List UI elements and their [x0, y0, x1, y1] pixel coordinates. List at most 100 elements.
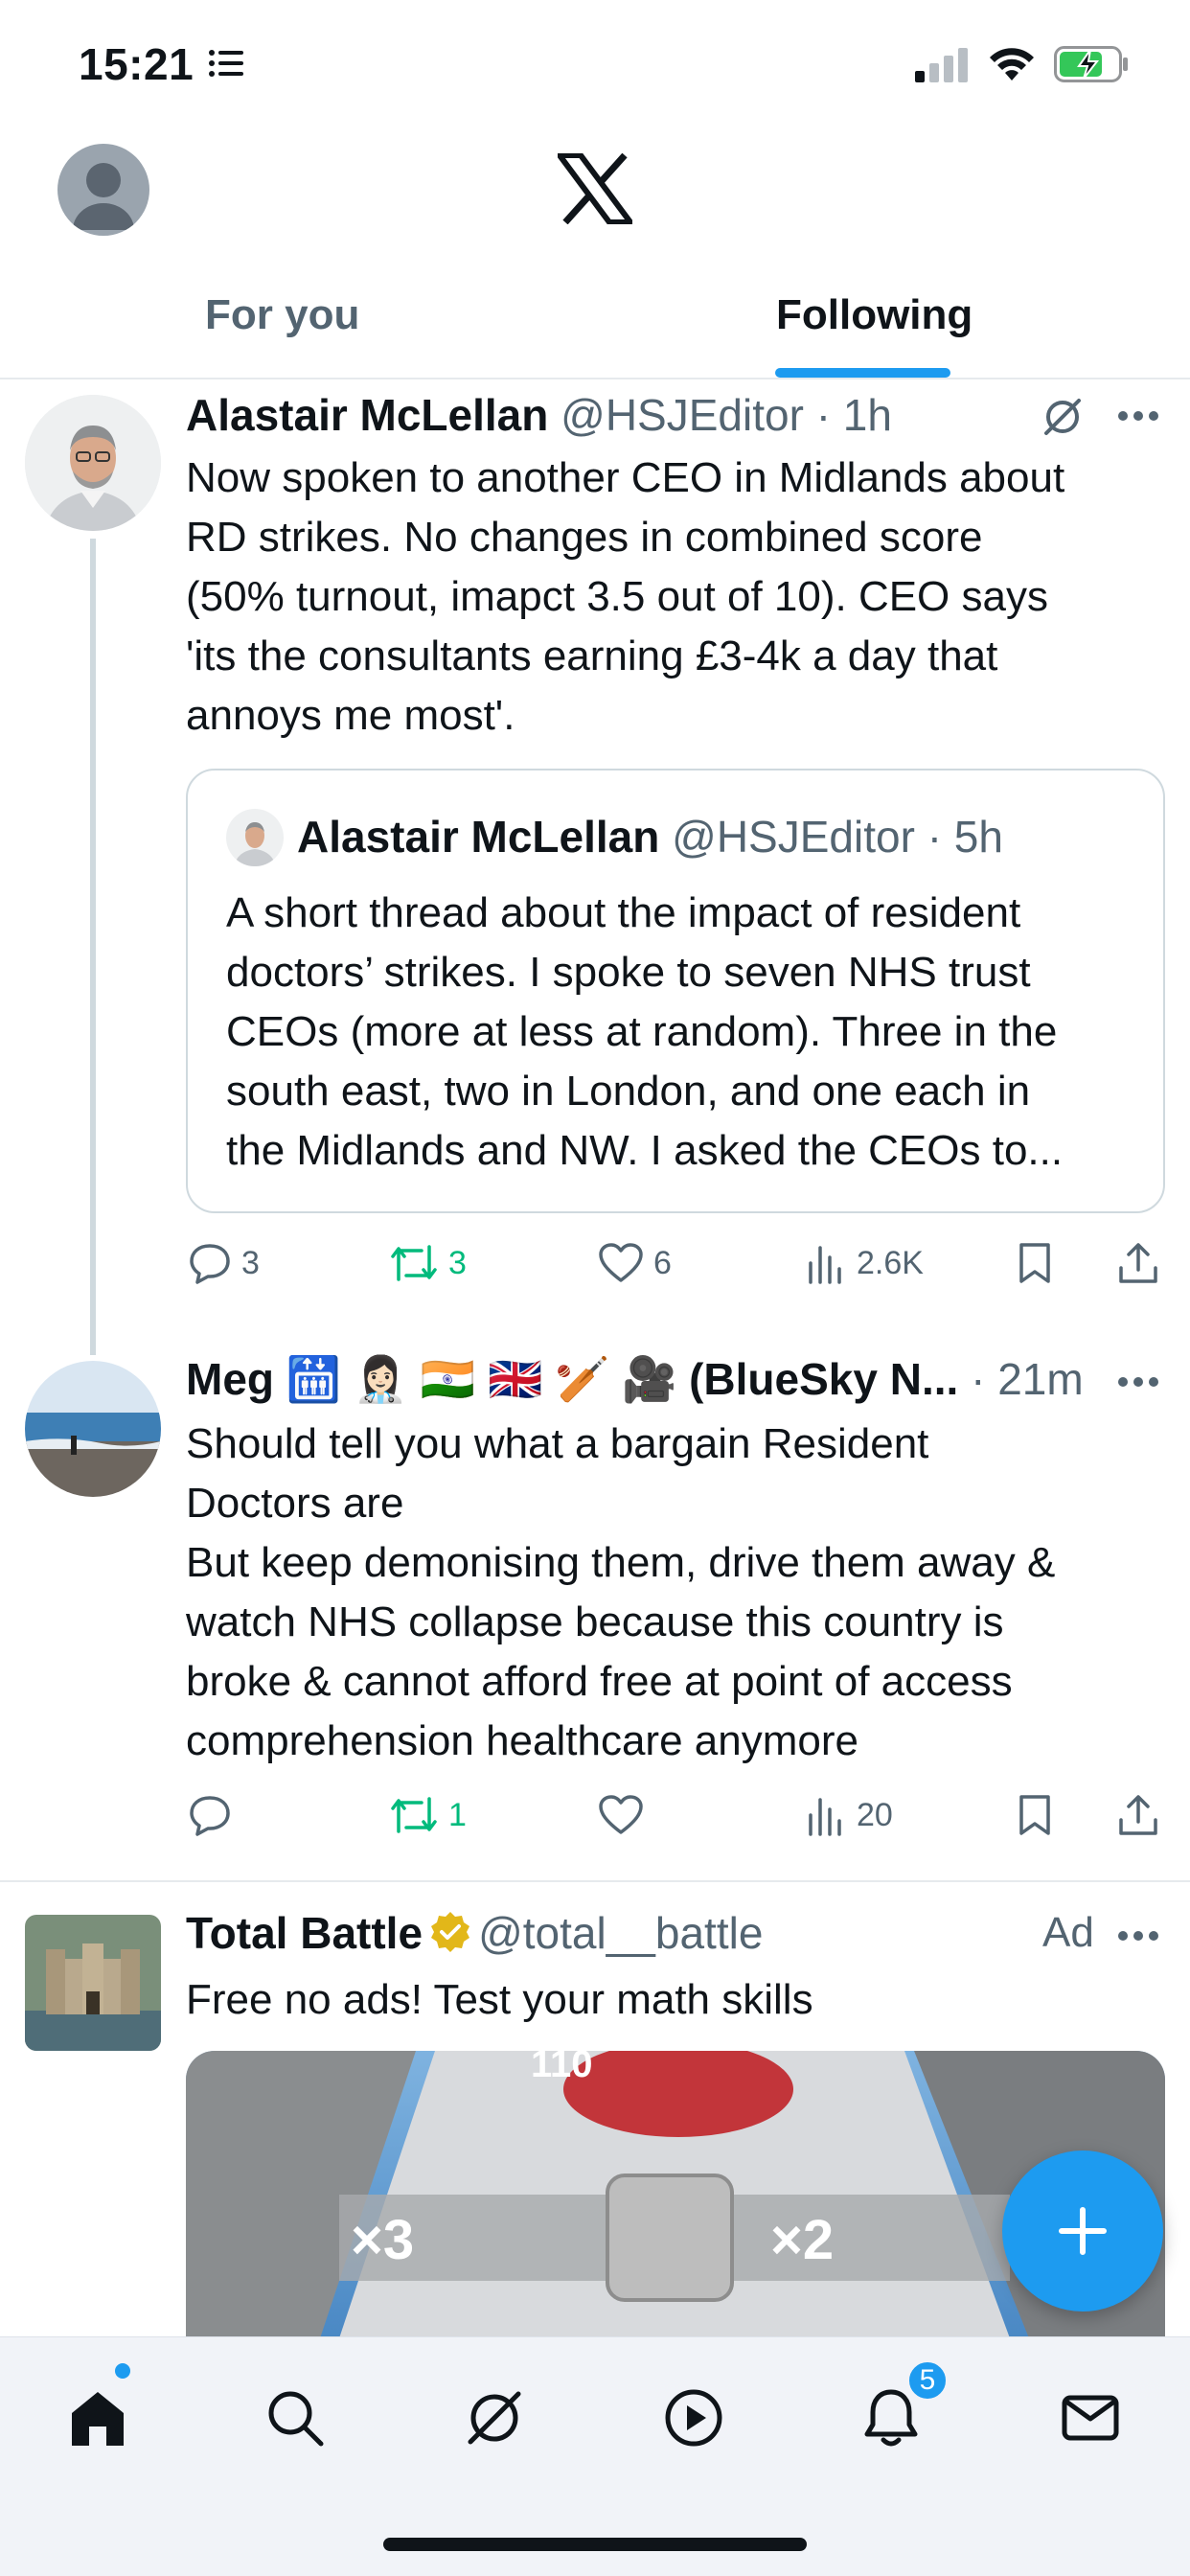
focus-list-icon: [209, 50, 243, 77]
quoted-post-text: A short thread about the impact of resid…: [226, 884, 1146, 1181]
heart-icon: [599, 1243, 643, 1282]
post-text-line: Now spoken to another CEO in Midlands ab…: [186, 454, 1065, 501]
reply-button[interactable]: 3: [188, 1234, 260, 1292]
post-author-name[interactable]: Meg 🛗 👩🏻‍⚕️ 🇮🇳 🇬🇧 🏏 🎥 (BlueSky N...: [186, 1354, 958, 1404]
post-author-handle[interactable]: @HSJEditor: [561, 390, 804, 440]
bookmark-button[interactable]: [1016, 1786, 1054, 1844]
reply-icon: [190, 1796, 230, 1836]
post-author-name[interactable]: Alastair McLellan: [186, 390, 548, 440]
reply-count: 3: [241, 1244, 260, 1281]
home-unread-dot: [115, 2363, 130, 2379]
nav-search[interactable]: [257, 2380, 333, 2456]
analytics-icon: [809, 1246, 841, 1284]
post-text-line: RD strikes. No changes in combined score: [186, 514, 983, 561]
quoted-post-card[interactable]: Alastair McLellan @HSJEditor · 5h A shor…: [186, 769, 1165, 1213]
quoted-text-line: CEOs (more at less at random). Three in …: [226, 1008, 1058, 1055]
post-time: · 21m: [971, 1354, 1084, 1404]
quoted-author-avatar: [226, 809, 284, 866]
status-time: 15:21: [79, 39, 195, 89]
quoted-author-handle: @HSJEditor: [672, 812, 915, 862]
post-header: Alastair McLellan @HSJEditor · 1h: [186, 389, 892, 441]
post-text-line: watch NHS collapse because this country …: [186, 1598, 1004, 1645]
bookmark-button[interactable]: [1016, 1234, 1054, 1292]
tab-for-you[interactable]: For you: [205, 291, 359, 339]
play-circle-icon: [665, 2389, 722, 2447]
repost-icon: [391, 1245, 437, 1281]
post-text-line: Should tell you what a bargain Resident: [186, 1420, 929, 1467]
reply-button[interactable]: [188, 1786, 241, 1844]
beach-photo-icon: [25, 1361, 161, 1497]
nav-home[interactable]: [59, 2380, 136, 2456]
view-count: 20: [857, 1796, 893, 1833]
nav-grok[interactable]: [456, 2380, 533, 2456]
post-text-line: But keep demonising them, drive them awa…: [186, 1539, 1056, 1586]
post-author-avatar[interactable]: [25, 1361, 161, 1497]
x-logo-icon: [558, 153, 632, 224]
post-author-avatar[interactable]: [25, 395, 161, 531]
post-text: Now spoken to another CEO in Midlands ab…: [186, 448, 1144, 746]
default-avatar-icon: [73, 163, 134, 230]
reply-icon: [190, 1244, 230, 1284]
ad-label: Ad: [1042, 1909, 1094, 1956]
nav-videos[interactable]: [655, 2380, 732, 2456]
post-author-handle[interactable]: @total__battle: [478, 1908, 763, 1958]
grok-icon: [468, 2391, 521, 2445]
views-button[interactable]: 20: [807, 1786, 893, 1844]
share-button[interactable]: [1117, 1786, 1159, 1844]
share-icon: [1119, 1243, 1157, 1283]
mail-icon: [1062, 2395, 1119, 2441]
post-text-line: comprehension healthcare anymore: [186, 1717, 858, 1764]
tab-following[interactable]: Following: [776, 291, 973, 339]
heart-icon: [599, 1795, 643, 1834]
share-icon: [1119, 1795, 1157, 1835]
post-text-line: Doctors are: [186, 1480, 404, 1527]
home-icon: [72, 2392, 124, 2446]
more-options-icon[interactable]: [1117, 1376, 1159, 1388]
quoted-text-line: the Midlands and NW. I asked the CEOs to…: [226, 1127, 1064, 1174]
repost-button[interactable]: 3: [389, 1234, 467, 1292]
repost-count: 3: [448, 1244, 467, 1281]
quoted-post-time: · 5h: [927, 812, 1003, 862]
ad-media-label-right: ×2: [770, 2209, 835, 2271]
more-options-icon[interactable]: [1117, 410, 1159, 422]
status-bar: 15:21: [0, 0, 1190, 129]
notifications-badge: 5: [906, 2359, 949, 2402]
more-options-icon[interactable]: [1117, 1930, 1159, 1942]
post-header: Total Battle @total__battle: [186, 1907, 763, 1959]
repost-button[interactable]: 1: [389, 1786, 467, 1844]
compose-post-button[interactable]: [1002, 2150, 1163, 2312]
views-button[interactable]: 2.6K: [807, 1234, 924, 1292]
analytics-icon: [809, 1798, 841, 1836]
quoted-author-name: Alastair McLellan: [297, 812, 660, 862]
grok-icon[interactable]: [1041, 395, 1085, 439]
profile-avatar-button[interactable]: [57, 144, 149, 236]
quoted-post-header: Alastair McLellan @HSJEditor · 5h: [297, 811, 1003, 862]
like-button[interactable]: [598, 1786, 653, 1844]
active-tab-indicator: [775, 368, 950, 378]
quoted-text-line: south east, two in London, and one each …: [226, 1068, 1031, 1115]
thread-connector: [90, 539, 96, 1355]
home-indicator[interactable]: [383, 2538, 807, 2551]
search-icon: [268, 2391, 324, 2447]
quoted-text-line: doctors’ strikes. I spoke to seven NHS t…: [226, 949, 1031, 996]
post-author-name[interactable]: Total Battle: [186, 1908, 423, 1958]
post-text-line: 'its the consultants earning £3-4k a day…: [186, 632, 998, 679]
post-text-line: (50% turnout, imapct 3.5 out of 10). CEO…: [186, 573, 1048, 620]
post-actions: 1 20: [186, 1786, 1173, 1844]
post-text: Free no ads! Test your math skills: [186, 1976, 813, 2023]
advertiser-avatar[interactable]: [25, 1915, 161, 2051]
author-photo-icon: [226, 809, 284, 866]
share-button[interactable]: [1117, 1234, 1159, 1292]
feed-tabs: For you Following: [0, 278, 1190, 380]
plus-icon: [1059, 2207, 1107, 2255]
view-count: 2.6K: [857, 1244, 924, 1281]
nav-messages[interactable]: [1052, 2380, 1129, 2456]
bookmark-icon: [1019, 1243, 1050, 1283]
author-photo-icon: [25, 395, 161, 531]
bookmark-icon: [1019, 1795, 1050, 1835]
like-button[interactable]: 6: [598, 1234, 672, 1292]
post-text-line: annoys me most'.: [186, 692, 515, 739]
repost-count: 1: [448, 1796, 467, 1833]
post-time: · 1h: [815, 390, 892, 440]
like-count: 6: [653, 1244, 672, 1281]
